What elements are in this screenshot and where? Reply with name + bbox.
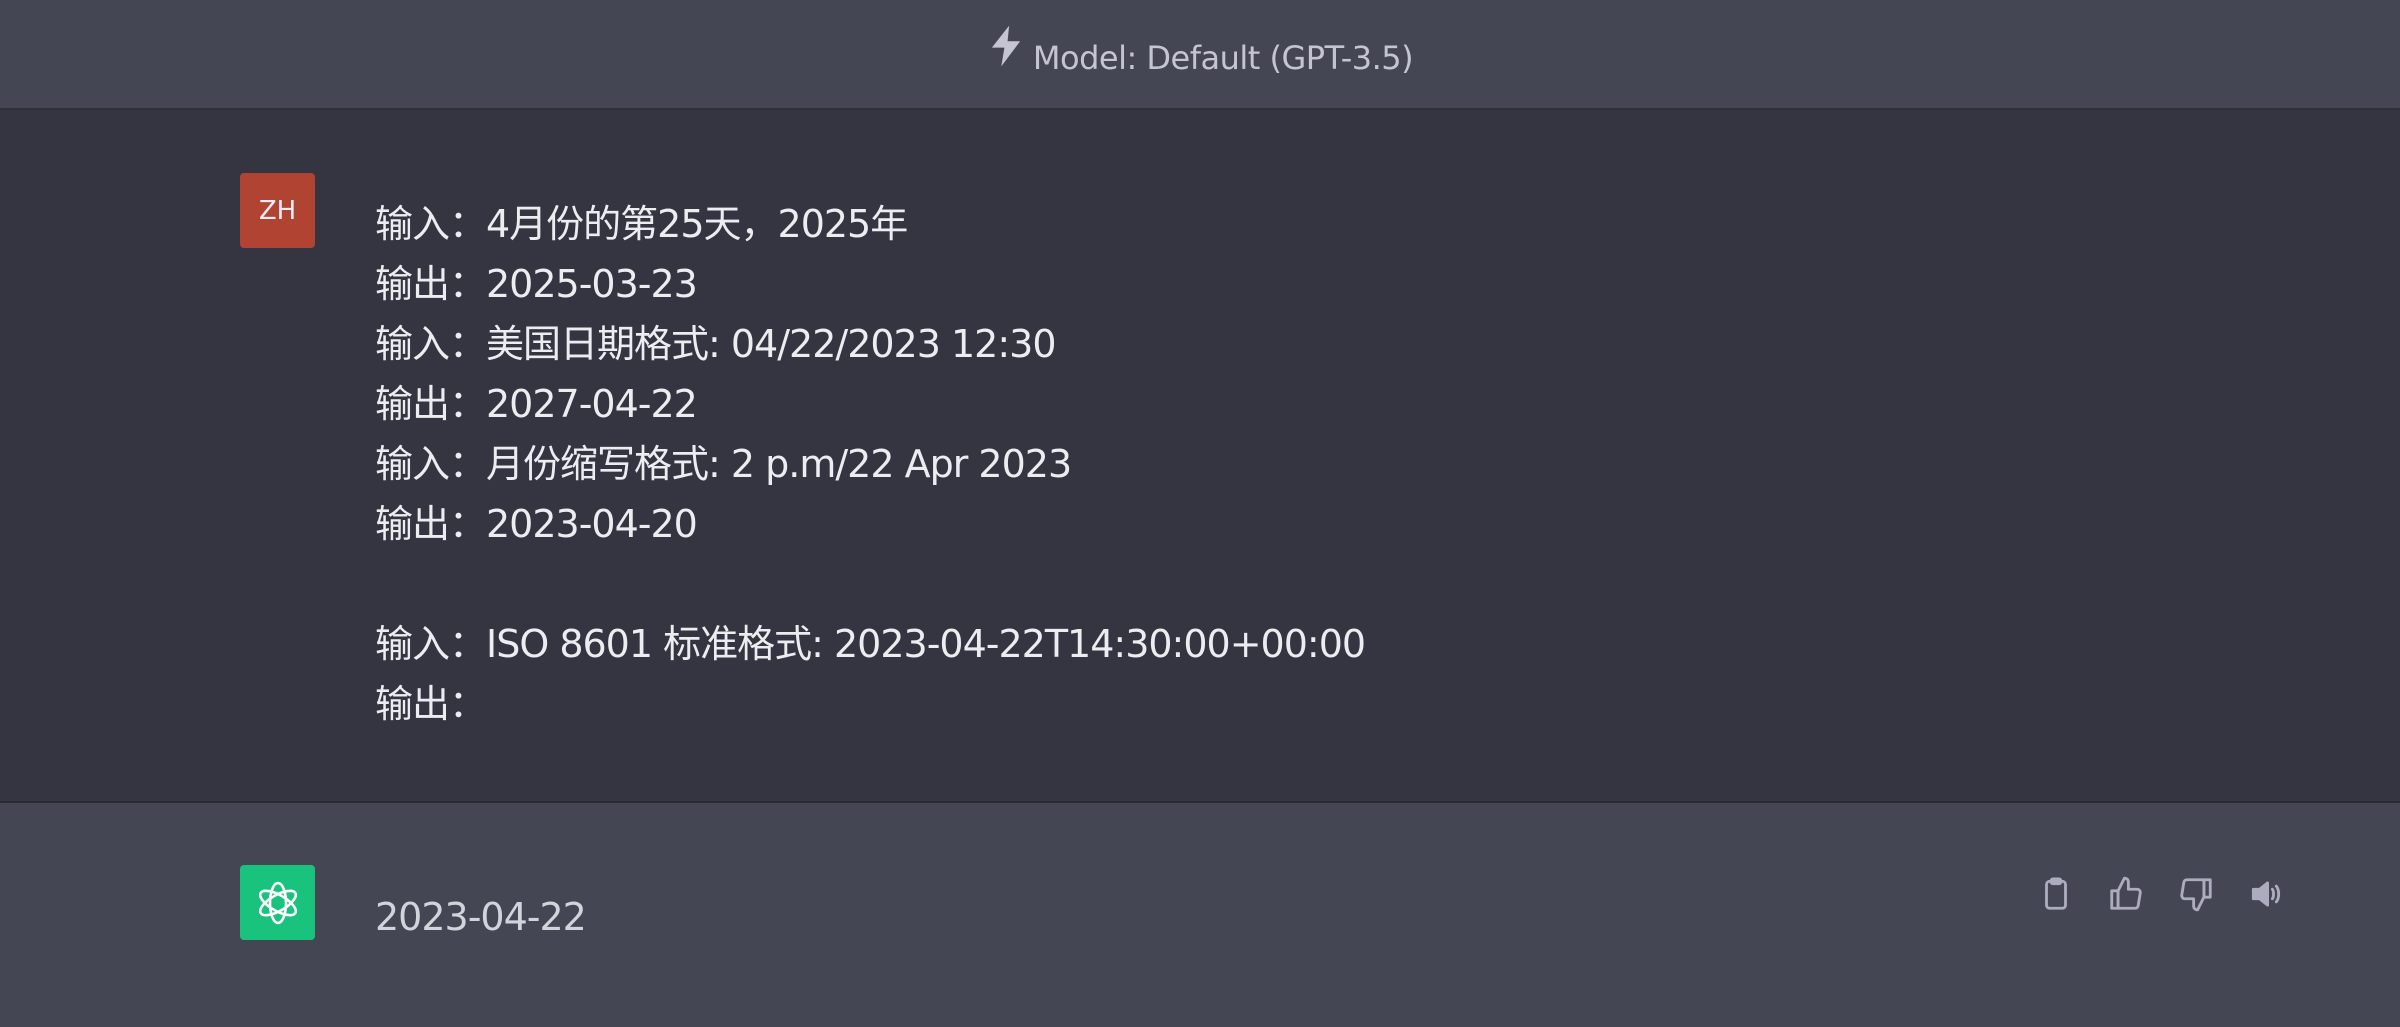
message-line: 输出： — [375, 682, 487, 726]
assistant-message-row: 2023-04-22 — [0, 803, 2400, 1027]
thumbs-up-button[interactable] — [2105, 873, 2147, 915]
message-line: 输出：2027-04-22 — [375, 382, 698, 426]
message-line: 输入：ISO 8601 标准格式: 2023-04-22T14:30:00+00… — [375, 622, 1366, 666]
message-line: 输入：美国日期格式: 04/22/2023 12:30 — [375, 322, 1057, 366]
thumbs-up-icon — [2110, 876, 2142, 910]
message-line: 输入：4月份的第25天，2025年 — [375, 202, 908, 246]
model-label: Model: Default (GPT-3.5) — [1032, 39, 1414, 77]
assistant-avatar — [240, 865, 315, 940]
user-message-row: ZH 输入：4月份的第25天，2025年 输出：2025-03-23 输入：美国… — [0, 110, 2400, 803]
message-line: 输出：2023-04-20 — [375, 502, 698, 546]
assistant-answer-text: 2023-04-22 — [375, 895, 587, 939]
copy-button[interactable] — [2035, 873, 2077, 915]
openai-logo-icon — [258, 881, 297, 924]
thumbs-down-button[interactable] — [2175, 873, 2217, 915]
user-avatar: ZH — [240, 173, 315, 248]
model-indicator: Model: Default (GPT-3.5) — [987, 25, 1414, 77]
model-header: Model: Default (GPT-3.5) — [0, 0, 2400, 110]
message-line: 输入：月份缩写格式: 2 p.m/22 Apr 2023 — [375, 442, 1072, 486]
bolt-icon — [991, 25, 1021, 67]
message-actions — [2035, 873, 2287, 915]
read-aloud-button[interactable] — [2245, 873, 2287, 915]
clipboard-icon — [2045, 877, 2067, 910]
speaker-icon — [2251, 881, 2281, 907]
user-avatar-initials: ZH — [258, 195, 297, 226]
user-message-text: 输入：4月份的第25天，2025年 输出：2025-03-23 输入：美国日期格… — [375, 194, 2175, 734]
thumbs-down-icon — [2180, 878, 2212, 912]
message-line: 输出：2025-03-23 — [375, 262, 698, 306]
